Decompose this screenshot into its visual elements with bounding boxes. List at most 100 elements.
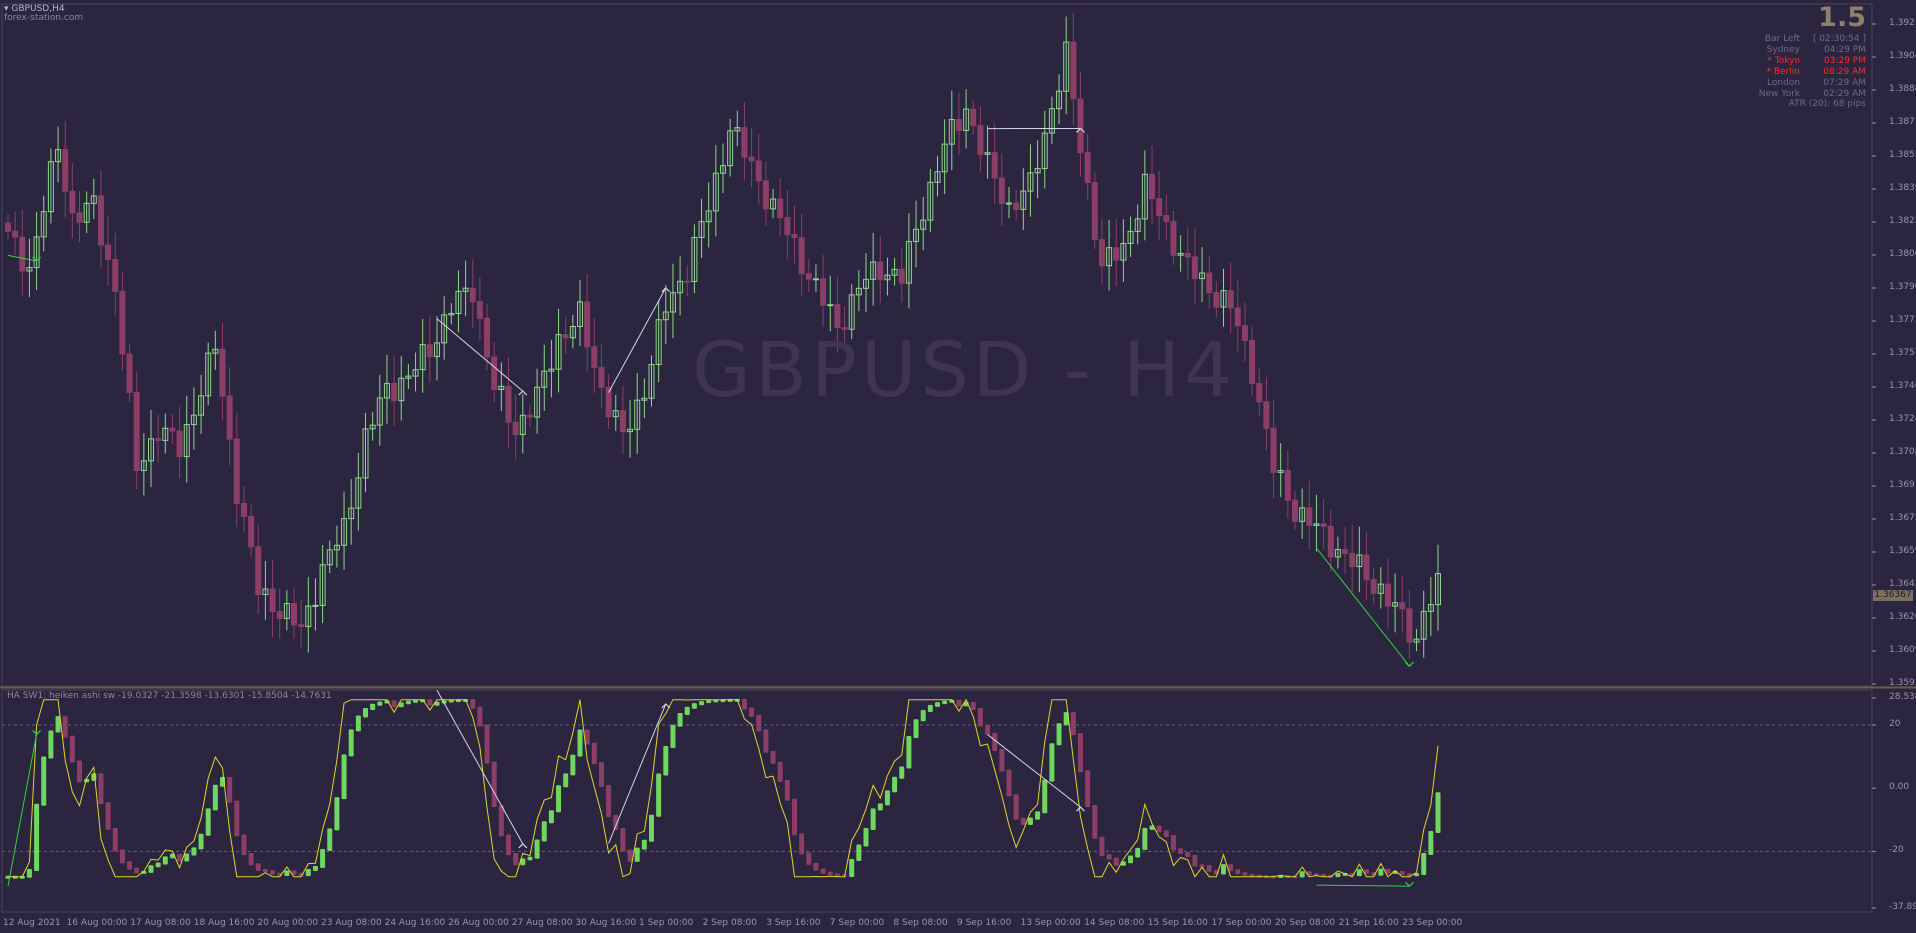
bear-candle: [755, 160, 762, 182]
ha-bear-bar: [513, 852, 519, 866]
bear-candle: [977, 125, 984, 155]
ha-bull-bar: [184, 853, 190, 862]
ha-bull-bar: [1049, 743, 1055, 782]
bear-candle: [391, 382, 398, 402]
ha-bull-bar: [870, 808, 876, 831]
bear-candle: [684, 280, 691, 283]
ha-bear-bar: [620, 828, 626, 852]
ha-bull-bar: [191, 847, 197, 856]
bear-candle: [877, 261, 884, 281]
ha-bull-bar: [677, 713, 683, 727]
time-tick-label: 24 Aug 16:00: [384, 918, 446, 928]
price-tick-label: 1.39045: [1889, 51, 1916, 61]
session-info-label: Bar Left: [1764, 34, 1800, 44]
ha-bear-bar: [112, 827, 118, 852]
bear-candle: [469, 287, 476, 303]
bear-arrow-icon: [518, 843, 528, 849]
ha-bear-bar: [792, 798, 797, 836]
bear-candle: [1098, 239, 1105, 267]
ha-bull-bar: [656, 773, 662, 817]
bear-candle: [598, 366, 605, 388]
ha-bull-bar: [327, 828, 333, 852]
ha-bull-bar: [155, 862, 161, 868]
session-info-label: ATR (20): 68 pips: [1788, 99, 1866, 110]
ha-bull-bar: [935, 702, 940, 707]
bear-candle: [505, 385, 512, 423]
time-tick-label: 18 Aug 16:00: [193, 918, 255, 928]
ha-bull-bar: [41, 756, 47, 806]
bear-candle: [269, 588, 276, 613]
session-info-row: Bar Left [ 02:30:54 ]: [1736, 34, 1866, 45]
bear-candle: [248, 515, 255, 548]
ha-bull-bar: [906, 736, 912, 769]
bear-candle: [991, 152, 998, 179]
ha-bull-bar: [363, 707, 368, 718]
bear-candle: [970, 108, 977, 127]
bear-candle: [276, 611, 283, 619]
indicator-tick-label: 0.00: [1889, 782, 1910, 793]
session-info-row: New York 02:29 AM: [1736, 89, 1866, 100]
bear-candle: [1113, 247, 1120, 261]
bear-candle: [62, 149, 69, 192]
price-tick-label: 1.38880: [1889, 84, 1916, 94]
ha-bear-bar: [1013, 794, 1019, 820]
indicator-title: HA SW1: heiken ashi sw -19.0327 -21.3598…: [7, 691, 332, 701]
session-info-row: * Berlin 08:29 AM: [1736, 67, 1866, 78]
ha-bear-bar: [427, 699, 433, 706]
ha-bear-bar: [1078, 733, 1083, 773]
price-tick-label: 1.38390: [1889, 183, 1916, 193]
ha-bull-bar: [1428, 830, 1434, 856]
ha-bull-bar: [927, 704, 933, 712]
ha-bear-bar: [1399, 870, 1405, 876]
time-tick-label: 8 Sep 08:00: [893, 918, 948, 928]
price-tick-label: 1.36095: [1889, 645, 1916, 655]
chart-canvas[interactable]: [0, 0, 1916, 933]
ha-bear-bar: [813, 862, 819, 871]
bear-candle: [12, 230, 19, 238]
bear-candle: [741, 127, 748, 158]
bear-candle: [1249, 339, 1256, 384]
bear-candle: [1270, 427, 1277, 473]
ha-bear-bar: [591, 742, 597, 765]
ha-bull-bar: [706, 700, 712, 704]
indicator-tick-label: 20: [1889, 718, 1901, 729]
ha-bull-bar: [670, 724, 676, 749]
bear-candle: [1327, 525, 1334, 558]
time-tick-label: 12 Aug 2021: [3, 918, 61, 928]
bear-candle: [1227, 290, 1234, 309]
time-tick-label: 20 Aug 00:00: [257, 918, 319, 928]
price-tick-label: 1.35930: [1889, 678, 1916, 688]
ha-bull-bar: [1027, 817, 1033, 826]
ha-bull-bar: [634, 847, 640, 862]
bear-candle: [1384, 583, 1391, 607]
bear-candle: [1406, 608, 1413, 643]
ha-bull-bar: [48, 730, 54, 759]
session-info-label: Sydney: [1766, 44, 1800, 55]
ha-bull-bar: [556, 785, 562, 813]
ha-bear-bar: [241, 834, 247, 856]
ha-bear-bar: [477, 706, 483, 727]
bear-candle: [526, 414, 533, 418]
bear-candle: [805, 273, 812, 280]
ha-bull-bar: [570, 754, 576, 776]
ha-bear-bar: [1113, 857, 1119, 866]
bear-candle: [298, 624, 305, 628]
ha-bull-bar: [377, 701, 383, 706]
ha-bear-bar: [119, 849, 125, 864]
bear-candle: [1170, 221, 1177, 256]
ha-bear-bar: [248, 853, 254, 866]
bear-candle: [1241, 325, 1248, 341]
ha-bear-bar: [799, 833, 805, 855]
bear-candle: [176, 430, 183, 458]
price-tick-label: 1.36425: [1889, 579, 1916, 589]
bear-candle: [126, 353, 133, 393]
time-tick-label: 17 Aug 08:00: [130, 918, 191, 928]
time-tick-label: 15 Sep 16:00: [1147, 918, 1208, 928]
bear-arrow-icon: [1076, 806, 1085, 812]
ha-bear-bar: [598, 762, 604, 787]
ha-bear-bar: [1206, 865, 1212, 872]
bear-candle: [1292, 499, 1298, 522]
ha-bull-bar: [877, 803, 883, 811]
bear-candle: [1191, 256, 1198, 280]
session-info-value: 04:29 PM: [1824, 44, 1866, 55]
